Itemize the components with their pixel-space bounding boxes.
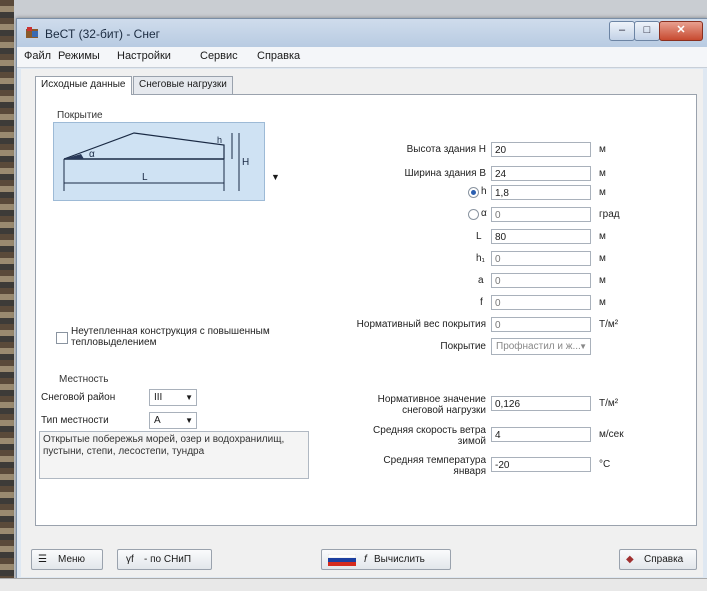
maximize-button[interactable]: □ xyxy=(634,21,660,41)
width-label: Ширина здания B xyxy=(404,168,487,179)
menu-icon: ☰ xyxy=(38,554,47,565)
minimize-button[interactable]: – xyxy=(609,21,635,41)
h1-label: h₁ xyxy=(476,253,485,264)
height-unit: м xyxy=(599,144,606,155)
gamma-f-icon: γf xyxy=(126,554,134,565)
title-bar: ВеСТ (32-бит) - Снег – □ ✕ xyxy=(17,19,707,47)
roof-weight-input[interactable]: 0 xyxy=(491,317,591,332)
L-unit: м xyxy=(599,231,606,242)
menu-bar: Файл Режимы Настройки Сервис Справка xyxy=(17,47,707,68)
h-unit: м xyxy=(599,187,606,198)
a-input[interactable]: 0 xyxy=(491,273,591,288)
terrain-type-value: A xyxy=(154,415,161,426)
terrain-type-label: Тип местности xyxy=(41,415,109,426)
diagram-L-label: L xyxy=(142,172,148,183)
terrain-group-label: Местность xyxy=(59,374,109,385)
temp-input[interactable]: -20 xyxy=(491,457,591,472)
menu-button-label: Меню xyxy=(58,554,86,565)
tab-input-data[interactable]: Исходные данные xyxy=(35,76,132,95)
app-icon xyxy=(26,27,38,38)
client-area: Исходные данные Снеговые нагрузки Покрыт… xyxy=(21,69,703,577)
menu-help[interactable]: Справка xyxy=(257,50,300,62)
width-unit: м xyxy=(599,168,606,179)
alpha-unit: град xyxy=(599,209,620,220)
roof-diagram[interactable]: α L h H xyxy=(53,122,265,201)
close-button[interactable]: ✕ xyxy=(659,21,703,41)
roof-dropdown-arrow-icon[interactable]: ▼ xyxy=(271,172,280,182)
f-input[interactable]: 0 xyxy=(491,295,591,310)
terrain-description: Открытые побережья морей, озер и водохра… xyxy=(39,431,309,479)
background-window-edge xyxy=(0,578,707,591)
h1-input[interactable]: 0 xyxy=(491,251,591,266)
wind-unit: м/сек xyxy=(599,429,624,440)
cover-select-value: Профнастил и ж... xyxy=(496,341,581,352)
a-label: a xyxy=(478,275,484,286)
h-radio[interactable] xyxy=(468,187,479,198)
h-label: h xyxy=(481,186,487,197)
calculate-f-icon: f xyxy=(364,554,367,565)
roof-weight-unit: Т/м² xyxy=(599,319,619,330)
unheated-checkbox[interactable] xyxy=(56,332,68,344)
temp-label: Средняя температура января xyxy=(383,455,486,477)
h-input[interactable]: 1,8 xyxy=(491,185,591,200)
wind-label: Средняя скорость ветра зимой xyxy=(373,425,486,447)
calculate-button[interactable]: f Вычислить xyxy=(321,549,451,570)
diagram-alpha-label: α xyxy=(89,149,95,160)
roof-group-label: Покрытие xyxy=(57,110,103,121)
terrain-type-select[interactable]: A ▼ xyxy=(149,412,197,429)
height-label: Высота здания H xyxy=(406,144,486,155)
L-label: L xyxy=(476,231,482,242)
calculate-button-label: Вычислить xyxy=(374,554,425,565)
app-window: ВеСТ (32-бит) - Снег – □ ✕ Файл Режимы Н… xyxy=(16,18,707,582)
width-input[interactable]: 24 xyxy=(491,166,591,181)
menu-button[interactable]: ☰ Меню xyxy=(31,549,103,570)
diagram-H-label: H xyxy=(242,157,249,168)
alpha-radio[interactable] xyxy=(468,209,479,220)
height-input[interactable]: 20 xyxy=(491,142,591,157)
h1-unit: м xyxy=(599,253,606,264)
chevron-down-icon: ▼ xyxy=(185,393,193,402)
snow-region-select[interactable]: III ▼ xyxy=(149,389,197,406)
snow-load-input[interactable]: 0,126 xyxy=(491,396,591,411)
temp-unit: °C xyxy=(599,459,611,470)
snip-button-label: - по СНиП xyxy=(144,554,192,565)
chevron-down-icon: ▼ xyxy=(579,342,587,351)
roof-weight-label: Нормативный вес покрытия xyxy=(356,319,486,330)
snow-region-value: III xyxy=(154,392,163,403)
f-label: f xyxy=(480,297,483,308)
snow-region-label: Снеговой район xyxy=(41,392,116,403)
window-title: ВеСТ (32-бит) - Снег xyxy=(45,27,161,41)
snow-load-unit: Т/м² xyxy=(599,398,619,409)
snow-load-label: Нормативное значение снеговой нагрузки xyxy=(377,394,486,416)
chevron-down-icon: ▼ xyxy=(185,416,193,425)
a-unit: м xyxy=(599,275,606,286)
snip-button[interactable]: γf - по СНиП xyxy=(117,549,212,570)
L-input[interactable]: 80 xyxy=(491,229,591,244)
tab-snow-loads[interactable]: Снеговые нагрузки xyxy=(133,76,233,94)
help-button[interactable]: ◆ Справка xyxy=(619,549,697,570)
cover-select[interactable]: Профнастил и ж... ▼ xyxy=(491,338,591,355)
help-button-label: Справка xyxy=(644,554,684,565)
menu-modes[interactable]: Режимы xyxy=(58,50,100,62)
alpha-label: α xyxy=(481,208,487,219)
menu-service[interactable]: Сервис xyxy=(200,50,238,62)
roof-profile-drawing: α L h H xyxy=(63,132,249,191)
f-unit: м xyxy=(599,297,606,308)
unheated-checkbox-label: Неутепленная конструкция с повышенным те… xyxy=(71,326,270,348)
background-window-strip xyxy=(0,0,14,590)
help-book-icon: ◆ xyxy=(626,554,634,565)
cover-label: Покрытие xyxy=(440,341,486,352)
wind-input[interactable]: 4 xyxy=(491,427,591,442)
russian-flag-icon xyxy=(328,554,356,566)
menu-file[interactable]: Файл xyxy=(24,50,51,62)
diagram-h-label: h xyxy=(217,135,222,145)
alpha-input[interactable]: 0 xyxy=(491,207,591,222)
menu-settings[interactable]: Настройки xyxy=(117,50,171,62)
